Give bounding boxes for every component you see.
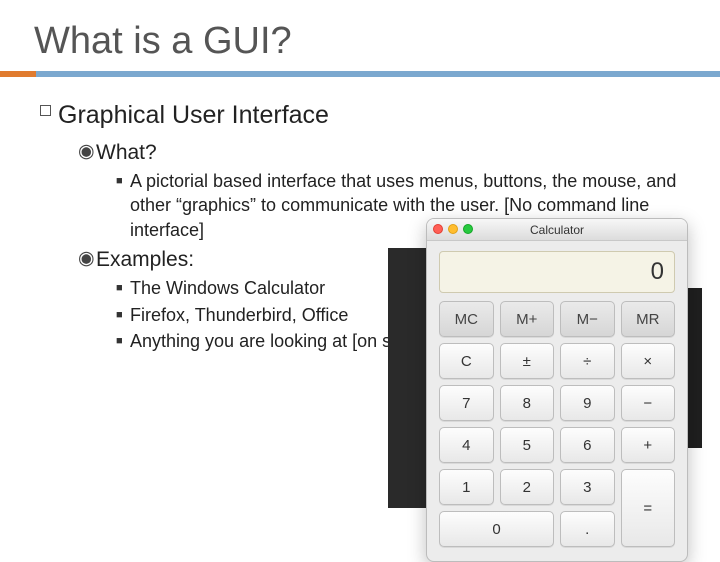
background-strip-right bbox=[688, 288, 702, 448]
sub-examples-text: Examples: bbox=[96, 246, 194, 274]
btn-mc[interactable]: MC bbox=[439, 301, 494, 337]
sub-what-text: What? bbox=[96, 139, 157, 167]
btn-clear[interactable]: C bbox=[439, 343, 494, 379]
bullet-square-icon bbox=[40, 99, 58, 125]
bullet-small-square-icon: ■ bbox=[116, 281, 130, 296]
minimize-icon[interactable] bbox=[448, 224, 458, 234]
calculator-display: 0 bbox=[439, 251, 675, 293]
bullet-target-icon: ◉ bbox=[78, 246, 96, 272]
btn-subtract[interactable]: − bbox=[621, 385, 676, 421]
close-icon[interactable] bbox=[433, 224, 443, 234]
heading-row: Graphical User Interface bbox=[40, 99, 690, 133]
btn-9[interactable]: 9 bbox=[560, 385, 615, 421]
heading-text: Graphical User Interface bbox=[58, 99, 329, 133]
slide-title: What is a GUI? bbox=[0, 0, 720, 71]
calculator-titlebar[interactable]: Calculator bbox=[427, 219, 687, 241]
btn-1[interactable]: 1 bbox=[439, 469, 494, 505]
bullet-small-square-icon: ■ bbox=[116, 308, 130, 323]
btn-mr[interactable]: MR bbox=[621, 301, 676, 337]
btn-equals[interactable]: = bbox=[621, 469, 676, 547]
btn-3[interactable]: 3 bbox=[560, 469, 615, 505]
calculator-window: Calculator 0 MC M+ M− MR C ± ÷ × 7 8 9 −… bbox=[426, 218, 688, 562]
btn-add[interactable]: + bbox=[621, 427, 676, 463]
bullet-small-square-icon: ■ bbox=[116, 174, 130, 189]
btn-plus-minus[interactable]: ± bbox=[500, 343, 555, 379]
bullet-small-square-icon: ■ bbox=[116, 334, 130, 349]
btn-8[interactable]: 8 bbox=[500, 385, 555, 421]
btn-0[interactable]: 0 bbox=[439, 511, 554, 547]
btn-decimal[interactable]: . bbox=[560, 511, 615, 547]
zoom-icon[interactable] bbox=[463, 224, 473, 234]
btn-m-minus[interactable]: M− bbox=[560, 301, 615, 337]
window-controls[interactable] bbox=[433, 224, 473, 234]
accent-bar bbox=[0, 71, 720, 77]
btn-2[interactable]: 2 bbox=[500, 469, 555, 505]
bullet-target-icon: ◉ bbox=[78, 139, 96, 165]
btn-4[interactable]: 4 bbox=[439, 427, 494, 463]
btn-7[interactable]: 7 bbox=[439, 385, 494, 421]
btn-multiply[interactable]: × bbox=[621, 343, 676, 379]
calculator-keypad: MC M+ M− MR C ± ÷ × 7 8 9 − 4 5 6 + 1 2 … bbox=[427, 301, 687, 561]
background-strip-left bbox=[388, 248, 426, 508]
btn-6[interactable]: 6 bbox=[560, 427, 615, 463]
btn-5[interactable]: 5 bbox=[500, 427, 555, 463]
btn-m-plus[interactable]: M+ bbox=[500, 301, 555, 337]
sub-what-row: ◉ What? bbox=[78, 139, 690, 167]
calculator-title: Calculator bbox=[530, 223, 584, 237]
btn-divide[interactable]: ÷ bbox=[560, 343, 615, 379]
